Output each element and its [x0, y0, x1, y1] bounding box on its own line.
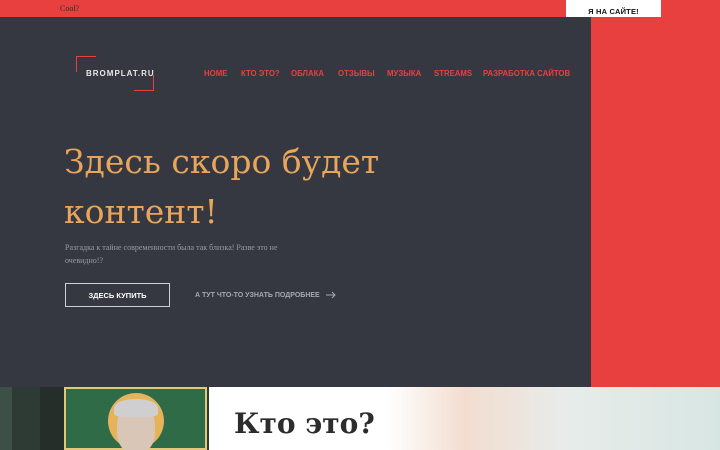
accent-panel [591, 17, 720, 387]
arrow-right-icon [325, 291, 336, 299]
nav-item-streams[interactable]: STREAMS [434, 69, 472, 78]
nav-item-reviews[interactable]: ОТЗЫВЫ [338, 69, 375, 78]
nav-item-who[interactable]: КТО ЭТО? [241, 69, 280, 78]
section-heading: Кто это? [234, 407, 375, 440]
site-logo[interactable]: BROMPLAT.RU [76, 56, 154, 91]
about-section: Кто это? [0, 387, 720, 450]
gallery-column [0, 387, 12, 450]
gallery-column [40, 387, 64, 450]
learn-more-label: А ТУТ ЧТО-ТО УЗНАТЬ ПОДРОБНЕЕ [195, 291, 320, 299]
buy-here-button[interactable]: ЗДЕСЬ КУПИТЬ [65, 283, 170, 307]
nav-item-web-dev[interactable]: РАЗРАБОТКА САЙТОВ [483, 69, 570, 78]
nav-item-clouds[interactable]: ОБЛАКА [291, 69, 324, 78]
portrait-hair [113, 399, 158, 417]
learn-more-link[interactable]: А ТУТ ЧТО-ТО УЗНАТЬ ПОДРОБНЕЕ [195, 291, 336, 299]
hero-subtitle: Разгадка к тайне современности была так … [65, 243, 278, 265]
nav-item-music[interactable]: МУЗЫКА [387, 69, 421, 78]
logo-text: BROMPLAT.RU [86, 69, 155, 78]
topbar-text: Cool? [60, 4, 80, 13]
portrait-image [64, 387, 207, 450]
hero-title: Здесь скоро будет контент! [64, 142, 380, 231]
nav-item-home[interactable]: HOME [204, 69, 227, 78]
